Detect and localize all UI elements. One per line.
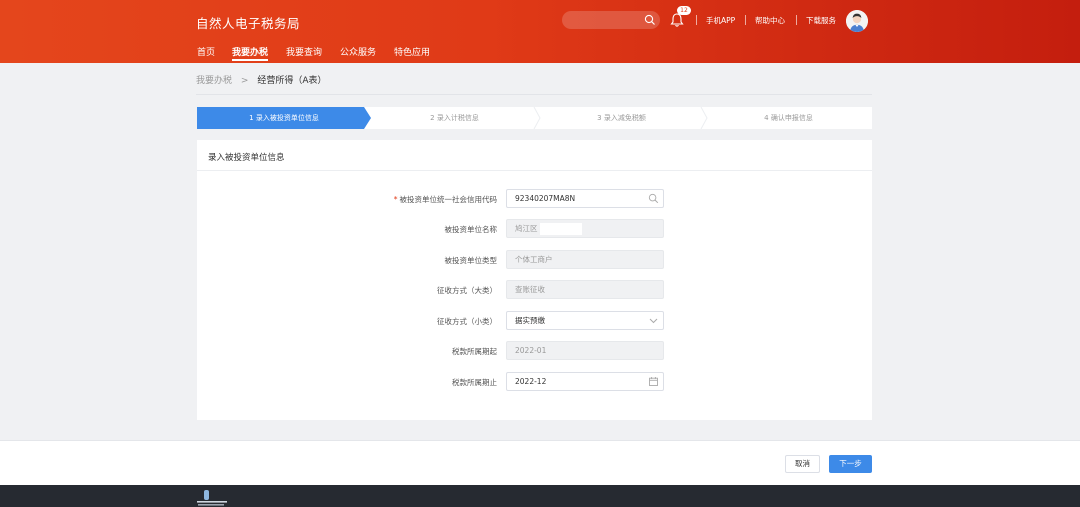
mobile-app-link[interactable]: 手机APP: [706, 15, 735, 26]
investee-name-field: 鸠江区: [506, 219, 664, 238]
period-end-value: 2022-12: [515, 377, 547, 386]
investee-info-card: 录入被投资单位信息 * 被投资单位统一社会信用代码 92340207MA8N 被投…: [197, 140, 872, 420]
step-1: 1 录入被投资单位信息: [197, 107, 371, 129]
page-scrollbar[interactable]: [1069, 63, 1080, 485]
top-header: 自然人电子税务局 12 手机APP 帮助中心 下载服务 首页 我要办税 我要查询…: [0, 0, 1080, 63]
levy-method-major-label: 征收方式（大类）: [437, 286, 497, 295]
breadcrumb-parent[interactable]: 我要办税: [196, 76, 232, 86]
divider: [796, 15, 797, 25]
download-service-link[interactable]: 下载服务: [806, 15, 836, 26]
divider: [696, 15, 697, 25]
levy-method-minor-label: 征收方式（小类）: [437, 317, 497, 326]
divider: [745, 15, 746, 25]
period-end-label: 税款所属期止: [452, 378, 497, 387]
footer-logo-icon: [197, 490, 227, 506]
header-search-input[interactable]: [562, 11, 660, 29]
next-step-button[interactable]: 下一步: [829, 455, 872, 473]
avatar-icon: [846, 10, 868, 32]
breadcrumb-current: 经营所得（A表）: [257, 76, 327, 86]
cancel-button[interactable]: 取消: [785, 455, 820, 473]
breadcrumb-separator: >: [240, 76, 249, 86]
chevron-down-icon[interactable]: [648, 315, 659, 326]
search-icon[interactable]: [648, 193, 659, 204]
help-center-link[interactable]: 帮助中心: [755, 15, 785, 26]
step-progress: 1 录入被投资单位信息 2 录入计税信息 3 录入减免税额 4 确认申报信息: [197, 107, 872, 129]
redaction-block: [540, 223, 582, 235]
credit-code-label: * 被投资单位统一社会信用代码: [297, 194, 497, 205]
nav-featured-apps[interactable]: 特色应用: [394, 45, 430, 58]
required-mark: *: [393, 195, 398, 204]
levy-method-major-field: 查账征收: [506, 280, 664, 299]
breadcrumb: 我要办税 > 经营所得（A表）: [196, 73, 326, 86]
credit-code-label-text: 被投资单位统一社会信用代码: [399, 195, 498, 204]
credit-code-input[interactable]: 92340207MA8N: [506, 189, 664, 208]
investee-type-label: 被投资单位类型: [444, 256, 498, 265]
search-icon[interactable]: [644, 14, 656, 26]
card-title: 录入被投资单位信息: [208, 153, 285, 163]
investee-name-label: 被投资单位名称: [444, 225, 498, 234]
period-end-input[interactable]: 2022-12: [506, 372, 664, 391]
user-avatar[interactable]: [846, 10, 868, 32]
step-2: 2 录入计税信息: [430, 114, 479, 122]
action-bar: [0, 440, 1080, 485]
notification-badge: 12: [677, 6, 691, 15]
credit-code-value: 92340207MA8N: [515, 194, 576, 203]
nav-public-service[interactable]: 公众服务: [340, 45, 376, 58]
app-title[interactable]: 自然人电子税务局: [196, 13, 300, 32]
active-nav-indicator: [232, 59, 268, 61]
page-footer: [0, 485, 1080, 507]
card-header: 录入被投资单位信息: [197, 140, 872, 171]
nav-tax-handling[interactable]: 我要办税: [232, 45, 268, 58]
period-start-field: 2022-01: [506, 341, 664, 360]
investee-name-value: 鸠江区: [515, 224, 538, 233]
calendar-icon[interactable]: [648, 376, 659, 387]
step-3: 3 录入减免税额: [597, 114, 646, 122]
nav-home[interactable]: 首页: [197, 45, 215, 58]
levy-method-minor-value: 据实预缴: [515, 316, 545, 325]
divider: [196, 94, 872, 95]
step-4: 4 确认申报信息: [764, 114, 813, 122]
levy-method-minor-select[interactable]: 据实预缴: [506, 311, 664, 330]
investee-type-field: 个体工商户: [506, 250, 664, 269]
period-start-label: 税款所属期起: [452, 347, 497, 356]
nav-query[interactable]: 我要查询: [286, 45, 322, 58]
